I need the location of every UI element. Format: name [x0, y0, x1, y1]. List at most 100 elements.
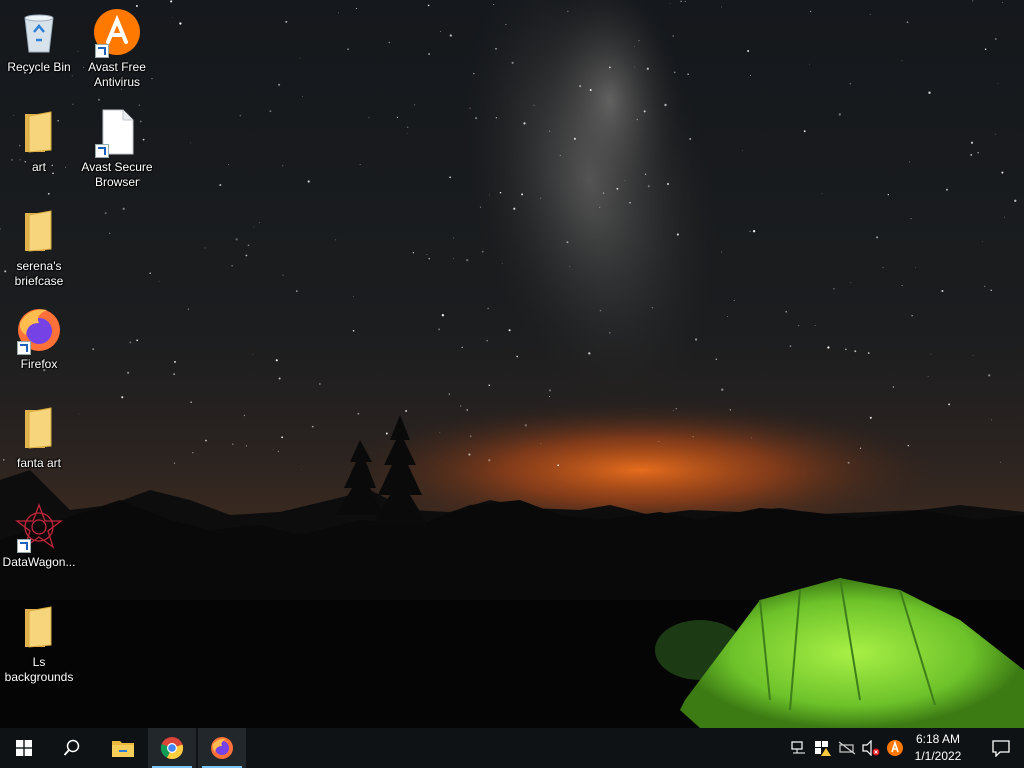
star [219, 184, 222, 186]
desktop-icon-avast-secure-browser[interactable]: Avast Secure Browser [80, 108, 154, 190]
avast-icon [93, 8, 141, 58]
star [995, 133, 997, 135]
star [277, 450, 280, 453]
star [636, 118, 638, 121]
star [970, 141, 974, 144]
desktop-icon-ls-backgrounds[interactable]: Ls backgrounds [2, 603, 76, 685]
star [170, 0, 173, 3]
star [104, 212, 107, 215]
star [680, 0, 682, 3]
star [669, 3, 671, 4]
star [406, 133, 408, 134]
star [523, 122, 526, 125]
tray-security[interactable] [813, 738, 833, 758]
action-center-button[interactable] [978, 728, 1024, 768]
star [720, 6, 722, 8]
star [71, 75, 73, 77]
star [172, 17, 174, 18]
star [603, 192, 605, 194]
action-center-icon [992, 740, 1010, 757]
star [278, 83, 281, 86]
shortcut-arrow-icon [17, 539, 31, 553]
star [927, 376, 929, 377]
star [460, 405, 462, 407]
star [733, 299, 735, 301]
star [441, 314, 445, 317]
star [311, 425, 314, 428]
star [174, 360, 176, 363]
star [887, 194, 889, 196]
security-alert-icon [815, 741, 831, 756]
star [122, 207, 125, 210]
star [549, 130, 551, 132]
star [809, 63, 810, 65]
star [988, 374, 991, 377]
star [798, 325, 800, 327]
star [338, 12, 339, 14]
desktop-icon-datawagon[interactable]: DataWagon... [2, 503, 76, 570]
desktop-icon-recycle-bin[interactable]: Recycle Bin [2, 8, 76, 75]
star [281, 436, 283, 439]
star [453, 237, 455, 239]
recycle-bin-icon [15, 8, 63, 56]
star [548, 389, 552, 392]
shortcut-arrow-icon [95, 44, 109, 58]
star [749, 74, 751, 76]
star [608, 331, 611, 334]
star [850, 282, 852, 283]
star [239, 115, 241, 117]
tray-no-network[interactable] [837, 738, 857, 758]
system-clock[interactable]: 6:18 AM 1/1/2022 [900, 731, 976, 765]
star [138, 104, 141, 106]
star [469, 435, 472, 438]
star [994, 37, 997, 41]
star [505, 23, 507, 26]
desktop-icon-art[interactable]: art [2, 108, 76, 175]
star [833, 287, 835, 290]
star [388, 41, 391, 44]
tray-volume[interactable] [861, 738, 881, 758]
star [272, 449, 274, 450]
star [990, 419, 992, 421]
star [941, 289, 944, 293]
desktop-icon-avast-free-antivirus[interactable]: Avast Free Antivirus [80, 8, 154, 90]
desktop-icon-serena-s-briefcase[interactable]: serena's briefcase [2, 207, 76, 289]
star [235, 238, 238, 241]
star [368, 117, 370, 119]
star [982, 241, 983, 243]
star [121, 396, 124, 399]
star [984, 285, 986, 287]
star [296, 290, 298, 292]
star [540, 197, 542, 199]
star [684, 0, 686, 2]
star [589, 89, 592, 91]
star [173, 462, 176, 464]
star [243, 414, 246, 417]
search-icon [63, 739, 80, 756]
desktop-icon-fanta-art[interactable]: fanta art [2, 404, 76, 471]
firefox-taskbar-button[interactable] [198, 728, 246, 768]
star [406, 126, 409, 129]
star [892, 386, 895, 388]
star [827, 346, 830, 349]
star [427, 4, 430, 7]
star [487, 307, 489, 310]
star [569, 266, 571, 268]
star [540, 442, 542, 444]
star [629, 202, 631, 204]
desktop-icon-firefox[interactable]: Firefox [2, 305, 76, 372]
star [495, 117, 498, 119]
star [608, 66, 611, 69]
file-explorer-button[interactable] [99, 728, 147, 768]
star [876, 236, 879, 239]
start-button[interactable] [0, 728, 48, 768]
chrome-button[interactable] [148, 728, 196, 768]
star [667, 183, 669, 185]
search-button[interactable] [48, 728, 96, 768]
star [72, 103, 74, 105]
desktop-icon-label: Recycle Bin [7, 60, 71, 74]
tray-network[interactable] [789, 738, 809, 758]
star [428, 53, 430, 55]
star [481, 250, 484, 253]
star [109, 232, 111, 234]
